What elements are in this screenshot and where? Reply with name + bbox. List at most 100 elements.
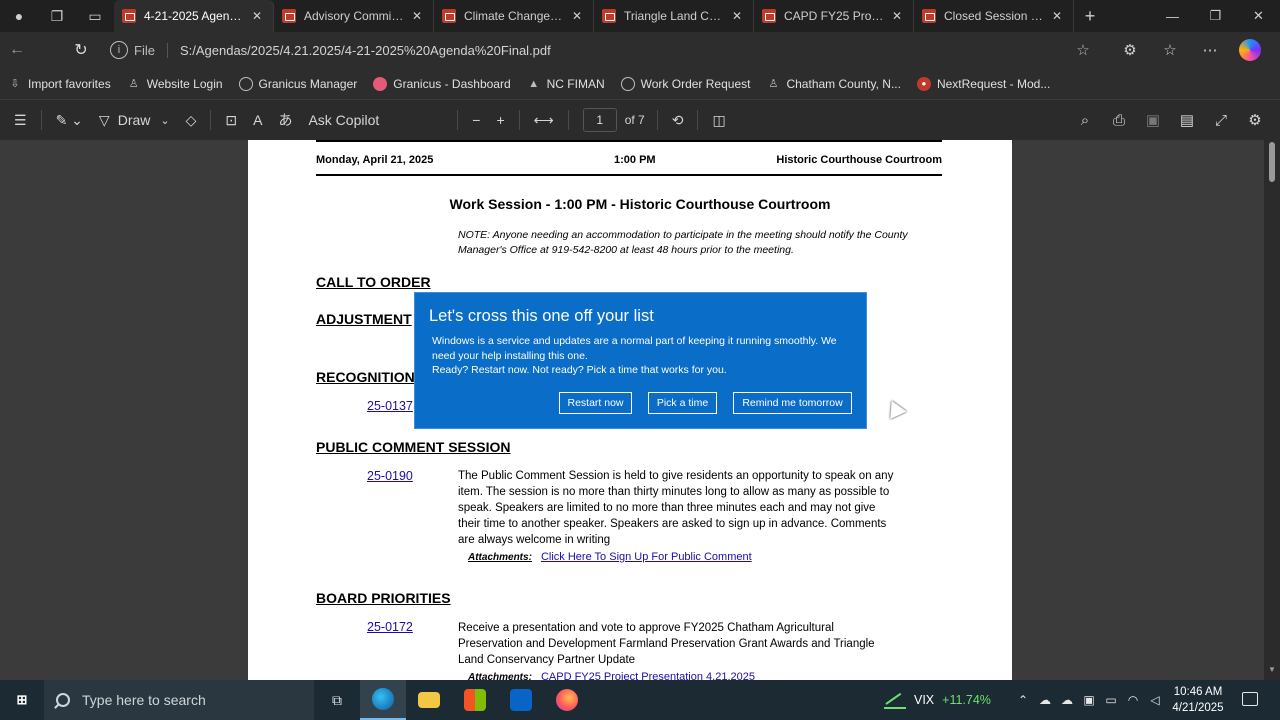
- item-link-recognition[interactable]: 25-0137: [367, 399, 413, 413]
- more-options-icon[interactable]: ⋯: [1190, 36, 1230, 64]
- presentation-link[interactable]: CAPD FY25 Project Presentation 4.21.2025: [541, 671, 755, 680]
- save-icon[interactable]: ▣: [1136, 104, 1170, 136]
- taskbar-firefox[interactable]: [544, 680, 590, 720]
- close-tab-icon[interactable]: ✕: [569, 9, 585, 23]
- onedrive-business-icon[interactable]: ☁: [1056, 693, 1078, 707]
- fit-page-icon[interactable]: ⟷: [526, 104, 562, 136]
- dialog-message-line: Ready? Restart now. Not ready? Pick a ti…: [432, 364, 727, 376]
- scroll-down-icon[interactable]: ▼: [1268, 665, 1276, 674]
- favorite-nc-fiman[interactable]: ▲ NC FIMAN: [527, 77, 604, 91]
- volume-icon[interactable]: ◁: [1144, 693, 1166, 707]
- favorite-website-login[interactable]: ♙ Website Login: [127, 77, 223, 91]
- refresh-icon[interactable]: ↻: [64, 35, 98, 65]
- eraser-icon[interactable]: ◇: [178, 104, 205, 136]
- page-view-icon[interactable]: ◫: [704, 104, 733, 136]
- zoom-in-icon[interactable]: +: [488, 104, 512, 136]
- profile-icon[interactable]: ●: [0, 0, 38, 32]
- taskbar-edge[interactable]: [360, 680, 406, 720]
- sign-up-link[interactable]: Click Here To Sign Up For Public Comment: [541, 551, 752, 563]
- taskbar-clock[interactable]: 10:46 AM 4/21/2025: [1166, 684, 1230, 716]
- file-scheme-label: File: [134, 42, 168, 58]
- zoom-out-icon[interactable]: −: [464, 104, 488, 136]
- tab-advisory-committee[interactable]: Advisory Committee ✕: [274, 0, 434, 32]
- taskbar: ⊞ Type here to search ⧉ VIX +11.74% ⌃ ☁: [0, 680, 1280, 720]
- item-link-board[interactable]: 25-0172: [367, 620, 413, 634]
- network-icon[interactable]: ▣: [1078, 693, 1100, 707]
- address-bar[interactable]: i File S:/Agendas/2025/4.21.2025/4-21-20…: [98, 36, 1098, 64]
- item-link-public-comment[interactable]: 25-0190: [367, 469, 413, 483]
- favorite-granicus-dashboard[interactable]: Granicus - Dashboard: [373, 76, 511, 91]
- board-item-description: Receive a presentation and vote to appro…: [458, 622, 875, 666]
- import-icon: ⇩: [10, 78, 20, 90]
- task-view-icon[interactable]: ⧉: [314, 680, 360, 720]
- favorite-label: NextRequest - Mod...: [936, 76, 1051, 91]
- favorite-import[interactable]: ⇩ Import favorites: [8, 77, 110, 91]
- draw-button[interactable]: ▽ Draw ⌄: [91, 104, 178, 136]
- favorite-nextrequest[interactable]: ● NextRequest - Mod...: [916, 76, 1051, 91]
- ask-copilot-button[interactable]: Ask Copilot: [300, 104, 387, 136]
- close-tab-icon[interactable]: ✕: [729, 9, 745, 23]
- favorite-granicus-manager[interactable]: Granicus Manager: [238, 76, 357, 91]
- page-number-input[interactable]: 1: [582, 108, 617, 132]
- rotate-icon[interactable]: ⟲: [664, 104, 692, 136]
- search-icon: [56, 693, 70, 707]
- close-tab-icon[interactable]: ✕: [409, 9, 425, 23]
- tab-agenda[interactable]: 4-21-2025 Agenda F ✕: [114, 0, 274, 32]
- onedrive-icon[interactable]: ☁: [1034, 693, 1056, 707]
- remind-me-tomorrow-button[interactable]: Remind me tomorrow: [733, 392, 852, 414]
- print-icon[interactable]: ⎙: [1102, 104, 1136, 136]
- workspaces-icon[interactable]: ❐: [38, 0, 76, 32]
- new-tab-icon[interactable]: +: [1074, 0, 1106, 32]
- extensions-icon[interactable]: ⚙: [1110, 36, 1150, 64]
- close-tab-icon[interactable]: ✕: [889, 9, 905, 23]
- taskbar-store[interactable]: [452, 680, 498, 720]
- taskbar-outlook[interactable]: [498, 680, 544, 720]
- favorite-chatham-county[interactable]: ♙ Chatham County, N...: [766, 77, 901, 91]
- tab-capd-project[interactable]: CAPD FY25 Project ✕: [754, 0, 914, 32]
- favorites-icon[interactable]: ☆: [1150, 36, 1190, 64]
- dialog-title: Let's cross this one off your list: [429, 307, 654, 325]
- chevron-up-icon[interactable]: ⌃: [1012, 693, 1034, 707]
- translate-icon[interactable]: あ: [270, 104, 300, 136]
- settings-gear-icon[interactable]: ⚙: [1238, 104, 1272, 136]
- taskbar-file-explorer[interactable]: [406, 680, 452, 720]
- restart-now-button[interactable]: Restart now: [559, 392, 632, 414]
- copilot-icon[interactable]: [1239, 39, 1261, 61]
- vertical-scrollbar[interactable]: ▼: [1264, 140, 1280, 680]
- scroll-thumb[interactable]: [1269, 142, 1275, 182]
- back-arrow-icon[interactable]: ←: [0, 35, 34, 65]
- close-window-icon[interactable]: ✕: [1237, 0, 1280, 32]
- text-box-icon[interactable]: ⊡: [217, 104, 245, 136]
- info-icon[interactable]: i: [110, 41, 128, 59]
- close-tab-icon[interactable]: ✕: [1049, 9, 1065, 23]
- tab-climate-change[interactable]: Climate Change Ret ✕: [434, 0, 594, 32]
- minimize-icon[interactable]: —: [1151, 0, 1194, 32]
- tab-actions-icon[interactable]: ▭: [76, 0, 114, 32]
- notification-icon[interactable]: [1242, 692, 1258, 706]
- wifi-icon[interactable]: ◠: [1122, 693, 1144, 707]
- battery-icon[interactable]: ▭: [1100, 693, 1122, 707]
- start-button[interactable]: ⊞: [0, 680, 44, 720]
- person-icon: ♙: [768, 78, 779, 90]
- search-icon[interactable]: ⌕: [1068, 104, 1102, 136]
- close-tab-icon[interactable]: ✕: [249, 9, 265, 23]
- taskbar-search[interactable]: Type here to search: [44, 680, 314, 720]
- tab-closed-session[interactable]: Closed Session Noti ✕: [914, 0, 1074, 32]
- contents-icon[interactable]: ☰: [6, 104, 35, 136]
- store-icon: [464, 689, 486, 711]
- address-row: ← ↻ i File S:/Agendas/2025/4.21.2025/4-2…: [0, 32, 1280, 68]
- pick-a-time-button[interactable]: Pick a time: [648, 392, 717, 414]
- favorite-star-icon[interactable]: ☆: [1068, 41, 1098, 59]
- save-as-icon[interactable]: ▤: [1170, 104, 1204, 136]
- page-header: Monday, April 21, 2025 1:00 PM Historic …: [316, 140, 942, 176]
- tab-title: Triangle Land Conse: [624, 9, 725, 23]
- favorite-work-order[interactable]: Work Order Request: [620, 76, 750, 91]
- highlight-icon[interactable]: ✎ ⌄: [48, 104, 91, 136]
- stock-ticker-widget[interactable]: VIX +11.74%: [884, 680, 991, 720]
- tab-triangle-land[interactable]: Triangle Land Conse ✕: [594, 0, 754, 32]
- read-aloud-icon[interactable]: A: [245, 104, 270, 136]
- public-comment-description: The Public Comment Session is held to gi…: [458, 470, 894, 546]
- fullscreen-icon[interactable]: ⤢: [1204, 104, 1238, 136]
- restore-icon[interactable]: ❐: [1194, 0, 1237, 32]
- url-text[interactable]: S:/Agendas/2025/4.21.2025/4-21-2025%20Ag…: [180, 43, 1068, 58]
